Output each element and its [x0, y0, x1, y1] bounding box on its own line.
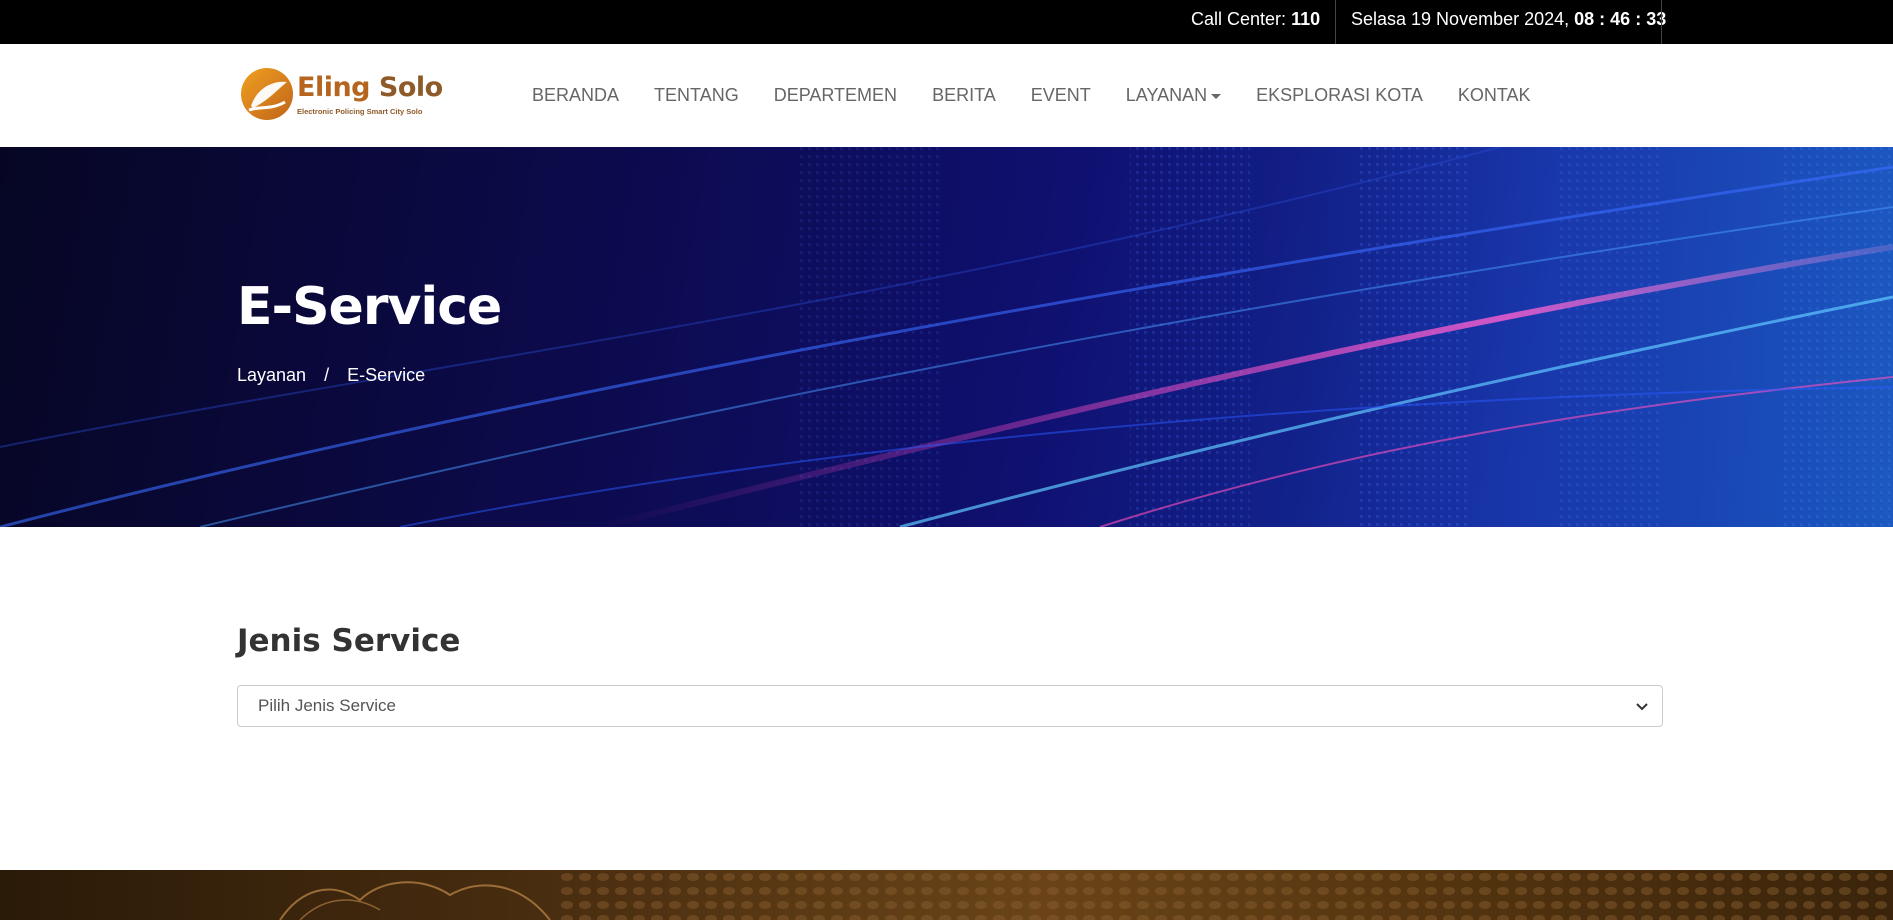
- page-title: E-Service: [237, 277, 502, 337]
- select-value: Pilih Jenis Service: [258, 696, 396, 715]
- footer-banner: [0, 870, 1893, 920]
- call-center-number[interactable]: 110: [1291, 9, 1320, 29]
- caret-down-icon: [1211, 93, 1222, 99]
- nav-event[interactable]: EVENT: [1031, 85, 1091, 106]
- service-type-select[interactable]: Pilih Jenis Service: [237, 685, 1663, 727]
- nav-beranda[interactable]: BERANDA: [532, 85, 619, 106]
- divider: [1661, 0, 1662, 44]
- logo-name-part1: Eling: [297, 72, 371, 103]
- chevron-down-icon: [1636, 703, 1648, 711]
- clock-time: 08 : 46 : 33: [1574, 9, 1667, 29]
- breadcrumb: Layanan / E-Service: [237, 365, 425, 386]
- call-center-label: Call Center:: [1191, 9, 1287, 29]
- nav-kontak[interactable]: KONTAK: [1458, 85, 1531, 106]
- logo-name-part2: Solo: [378, 72, 443, 103]
- top-bar: Call Center: 110 Selasa 19 November 2024…: [0, 0, 1893, 44]
- batik-pattern: [279, 870, 1893, 920]
- nav-departemen[interactable]: DEPARTEMEN: [774, 85, 897, 106]
- logo-tagline: Electronic Policing Smart City Solo: [297, 107, 423, 116]
- main-navbar: Eling Solo Electronic Policing Smart Cit…: [0, 44, 1893, 147]
- data-center-background: [0, 147, 1893, 527]
- section-title: Jenis Service: [237, 623, 461, 659]
- main-menu: BERANDA TENTANG DEPARTEMEN BERITA EVENT …: [532, 44, 1531, 147]
- nav-eksplorasi-kota[interactable]: EKSPLORASI KOTA: [1256, 85, 1423, 106]
- breadcrumb-separator: /: [324, 365, 330, 385]
- hero-banner: E-Service Layanan / E-Service: [0, 147, 1893, 527]
- nav-layanan[interactable]: LAYANAN: [1125, 85, 1222, 106]
- logo-name: Eling Solo: [297, 72, 443, 103]
- date-text: Selasa 19 November 2024,: [1351, 9, 1570, 29]
- leaf-logo-icon: [241, 68, 293, 120]
- divider: [1335, 0, 1336, 44]
- call-center: Call Center: 110: [1191, 0, 1320, 44]
- datetime: Selasa 19 November 2024, 08 : 46 : 33: [1351, 0, 1666, 44]
- nav-layanan-label: LAYANAN: [1125, 85, 1208, 105]
- nav-tentang[interactable]: TENTANG: [654, 85, 739, 106]
- breadcrumb-layanan[interactable]: Layanan: [237, 365, 306, 386]
- breadcrumb-current: E-Service: [347, 365, 426, 385]
- nav-berita[interactable]: BERITA: [932, 85, 996, 106]
- site-logo[interactable]: Eling Solo Electronic Policing Smart Cit…: [237, 64, 443, 128]
